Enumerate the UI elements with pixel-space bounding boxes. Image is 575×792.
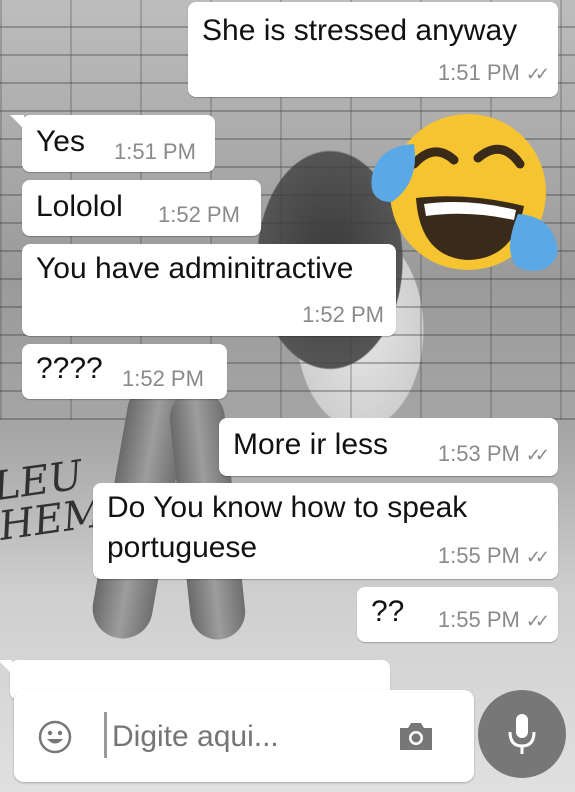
bubble-tail	[10, 115, 24, 129]
message-text: She is stressed anyway	[202, 14, 518, 47]
message-bubble-out[interactable]: She is stressed anyway 1:51 PM ✓✓	[188, 2, 558, 97]
message-text: You have adminitractive	[36, 252, 354, 285]
text-cursor	[104, 712, 107, 758]
message-time: 1:51 PM	[114, 139, 196, 164]
message-timestamp: 1:55 PM ✓✓	[437, 543, 550, 569]
message-timestamp: 1:55 PM ✓✓	[437, 607, 550, 633]
message-time: 1:51 PM	[437, 60, 520, 85]
message-timestamp: 1:51 PM ✓✓	[437, 60, 550, 86]
message-timestamp: 1:53 PM ✓✓	[437, 441, 550, 467]
message-time: 1:52 PM	[302, 302, 384, 327]
message-text: Lololol	[36, 190, 123, 223]
message-text: Yes	[36, 125, 85, 158]
message-bubble-in[interactable]: You have adminitractive 1:52 PM	[22, 244, 396, 336]
message-time: 1:55 PM	[437, 607, 520, 632]
wallpaper-graffiti: LEU HEM	[0, 452, 107, 550]
smiley-icon[interactable]	[38, 720, 72, 754]
camera-icon[interactable]	[396, 718, 436, 754]
double-check-icon: ✓✓	[525, 611, 550, 631]
message-time: 1:53 PM	[437, 441, 520, 466]
face-with-tears-of-joy-icon	[371, 114, 558, 271]
message-bubble-out[interactable]: More ir less 1:53 PM ✓✓	[219, 418, 558, 476]
double-check-icon: ✓✓	[525, 445, 550, 465]
microphone-button[interactable]	[478, 690, 566, 778]
message-text-line-2: portuguese	[107, 531, 258, 564]
message-bubble-in[interactable]: Lololol 1:52 PM	[22, 180, 261, 236]
emoji-tear-right	[510, 214, 558, 271]
message-text-line-1: Do You know how to speak	[107, 491, 468, 524]
double-check-icon: ✓✓	[525, 547, 550, 567]
message-time: 1:55 PM	[437, 543, 520, 568]
message-bubble-in[interactable]: Yes 1:51 PM	[10, 115, 215, 172]
message-text: ??	[371, 595, 405, 628]
message-time: 1:52 PM	[158, 202, 240, 227]
message-bubble-out[interactable]: Do You know how to speak portuguese 1:55…	[93, 483, 558, 579]
double-check-icon: ✓✓	[525, 64, 550, 84]
microphone-icon	[508, 714, 536, 754]
message-text: ????	[36, 352, 103, 385]
bubble-tail	[0, 660, 12, 674]
message-bubble-in[interactable]: ???? 1:52 PM	[22, 344, 227, 399]
message-text: More ir less	[233, 428, 389, 461]
message-input[interactable]	[110, 714, 374, 760]
message-input-bar	[14, 690, 474, 782]
message-time: 1:52 PM	[122, 366, 204, 391]
message-bubble-out[interactable]: ?? 1:55 PM ✓✓	[357, 587, 558, 642]
